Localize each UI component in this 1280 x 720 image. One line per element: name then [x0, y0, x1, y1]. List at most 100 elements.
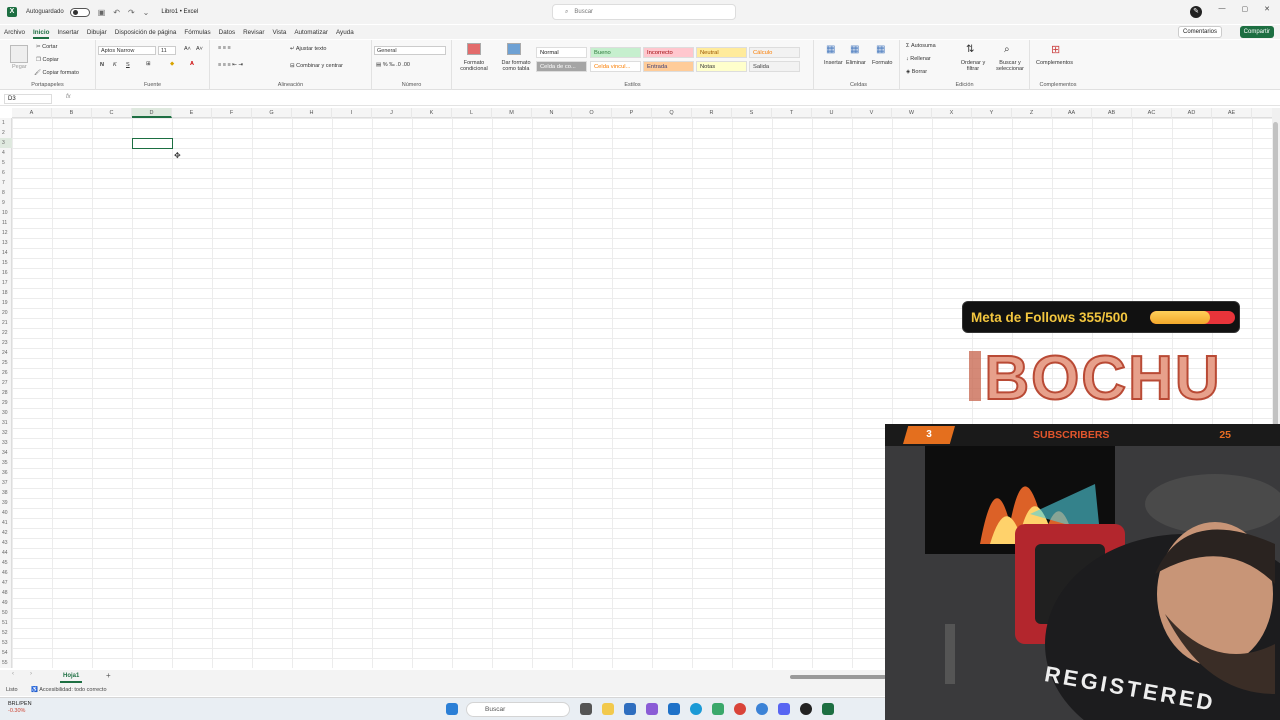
row-header-38[interactable]: 38	[0, 488, 12, 498]
paste-button[interactable]: Pegar	[12, 64, 27, 70]
row-header-12[interactable]: 12	[0, 228, 12, 238]
autosum-button[interactable]: Σ Autosuma	[906, 43, 936, 49]
row-header-1[interactable]: 1	[0, 118, 12, 128]
row-header-33[interactable]: 33	[0, 438, 12, 448]
cell-style-3[interactable]: Neutral	[696, 47, 747, 58]
column-header-e[interactable]: E	[172, 108, 212, 118]
row-header-34[interactable]: 34	[0, 448, 12, 458]
row-header-51[interactable]: 51	[0, 618, 12, 628]
row-header-23[interactable]: 23	[0, 338, 12, 348]
obs-icon[interactable]	[800, 703, 812, 715]
row-header-31[interactable]: 31	[0, 418, 12, 428]
start-icon[interactable]	[446, 703, 458, 715]
borders-icon[interactable]: ⊞	[146, 61, 151, 67]
column-header-i[interactable]: I	[332, 108, 372, 118]
column-header-aa[interactable]: AA	[1052, 108, 1092, 118]
discord-icon[interactable]	[778, 703, 790, 715]
column-header-z[interactable]: Z	[1012, 108, 1052, 118]
app-icon[interactable]	[646, 703, 658, 715]
file-explorer-icon[interactable]	[602, 703, 614, 715]
row-header-35[interactable]: 35	[0, 458, 12, 468]
row-header-53[interactable]: 53	[0, 638, 12, 648]
row-header-9[interactable]: 9	[0, 198, 12, 208]
column-header-n[interactable]: N	[532, 108, 572, 118]
column-header-f[interactable]: F	[212, 108, 252, 118]
cell-style-9[interactable]: Salida	[749, 61, 800, 72]
row-header-13[interactable]: 13	[0, 238, 12, 248]
column-header-g[interactable]: G	[252, 108, 292, 118]
cut-button[interactable]: ✂ Cortar	[36, 44, 57, 50]
row-header-15[interactable]: 15	[0, 258, 12, 268]
column-header-r[interactable]: R	[692, 108, 732, 118]
row-header-6[interactable]: 6	[0, 168, 12, 178]
row-header-19[interactable]: 19	[0, 298, 12, 308]
formula-input[interactable]	[80, 94, 1270, 104]
align-left-icon[interactable]: ≡ ≡ ≡ ⇤ ⇥	[218, 62, 243, 68]
row-header-5[interactable]: 5	[0, 158, 12, 168]
fx-icon[interactable]: fx	[66, 94, 71, 100]
tab-archivo[interactable]: Archivo	[4, 29, 25, 36]
format-painter-button[interactable]: 🖌 Copiar formato	[34, 70, 79, 76]
cell-style-5[interactable]: Celda de co...	[536, 61, 587, 72]
increase-font-icon[interactable]: A˄	[184, 46, 191, 52]
bold-button[interactable]: N	[100, 62, 104, 68]
row-header-52[interactable]: 52	[0, 628, 12, 638]
column-header-ac[interactable]: AC	[1132, 108, 1172, 118]
column-header-q[interactable]: Q	[652, 108, 692, 118]
column-header-b[interactable]: B	[52, 108, 92, 118]
column-header-x[interactable]: X	[932, 108, 972, 118]
row-header-17[interactable]: 17	[0, 278, 12, 288]
font-size-select[interactable]: 11	[158, 46, 176, 55]
excel-taskbar-icon[interactable]	[822, 703, 834, 715]
row-header-47[interactable]: 47	[0, 578, 12, 588]
row-header-3[interactable]: 3	[0, 138, 12, 148]
row-header-21[interactable]: 21	[0, 318, 12, 328]
redo-icon[interactable]: ↷	[128, 8, 135, 17]
column-header-h[interactable]: H	[292, 108, 332, 118]
paste-icon[interactable]	[10, 45, 28, 63]
row-header-45[interactable]: 45	[0, 558, 12, 568]
row-header-26[interactable]: 26	[0, 368, 12, 378]
format-as-table-button[interactable]: Dar formato como tabla	[496, 60, 536, 72]
column-header-a[interactable]: A	[12, 108, 52, 118]
row-header-46[interactable]: 46	[0, 568, 12, 578]
row-header-10[interactable]: 10	[0, 208, 12, 218]
column-header-ab[interactable]: AB	[1092, 108, 1132, 118]
row-header-22[interactable]: 22	[0, 328, 12, 338]
row-header-8[interactable]: 8	[0, 188, 12, 198]
tab-fórmulas[interactable]: Fórmulas	[184, 29, 210, 36]
row-header-50[interactable]: 50	[0, 608, 12, 618]
row-header-11[interactable]: 11	[0, 218, 12, 228]
row-header-43[interactable]: 43	[0, 538, 12, 548]
search-input[interactable]: ⌕ Buscar	[552, 4, 736, 20]
column-header-v[interactable]: V	[852, 108, 892, 118]
row-header-54[interactable]: 54	[0, 648, 12, 658]
customize-toolbar-icon[interactable]: ⌄	[143, 8, 150, 17]
tab-dibujar[interactable]: Dibujar	[87, 29, 107, 36]
row-header-36[interactable]: 36	[0, 468, 12, 478]
clear-button[interactable]: ◈ Borrar	[906, 69, 927, 75]
column-header-j[interactable]: J	[372, 108, 412, 118]
column-header-m[interactable]: M	[492, 108, 532, 118]
add-sheet-button[interactable]: +	[106, 671, 111, 680]
chrome-icon[interactable]	[734, 703, 746, 715]
column-header-w[interactable]: W	[892, 108, 932, 118]
column-header-d[interactable]: D	[132, 108, 172, 118]
row-header-48[interactable]: 48	[0, 588, 12, 598]
mail-icon[interactable]	[624, 703, 636, 715]
row-header-42[interactable]: 42	[0, 528, 12, 538]
save-icon[interactable]: ▣	[98, 8, 106, 17]
row-header-14[interactable]: 14	[0, 248, 12, 258]
row-header-37[interactable]: 37	[0, 478, 12, 488]
tab-datos[interactable]: Datos	[219, 29, 235, 36]
column-header-o[interactable]: O	[572, 108, 612, 118]
share-button[interactable]: Compartir	[1239, 26, 1274, 38]
row-header-41[interactable]: 41	[0, 518, 12, 528]
row-header-4[interactable]: 4	[0, 148, 12, 158]
find-select-button[interactable]: Buscar y seleccionar	[992, 60, 1028, 72]
row-header-27[interactable]: 27	[0, 378, 12, 388]
row-header-24[interactable]: 24	[0, 348, 12, 358]
row-header-28[interactable]: 28	[0, 388, 12, 398]
delete-cells-button[interactable]: Eliminar	[846, 60, 866, 66]
browser-icon[interactable]	[756, 703, 768, 715]
